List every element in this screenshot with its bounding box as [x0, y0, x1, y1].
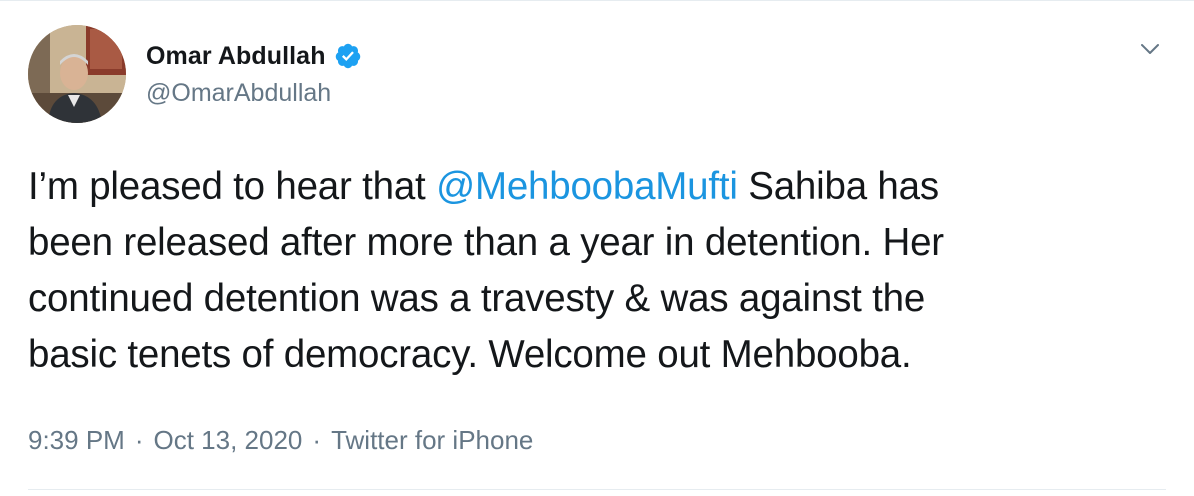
verified-badge-icon: [334, 42, 362, 70]
author-handle[interactable]: @OmarAbdullah: [146, 79, 331, 108]
mention-link[interactable]: @MehboobaMufti: [436, 165, 738, 208]
tweet-text-line: I’m pleased to hear that @MehboobaMufti …: [28, 159, 1148, 215]
tweet-source-link[interactable]: Twitter for iPhone: [331, 425, 533, 456]
chevron-down-icon[interactable]: [1138, 37, 1162, 61]
avatar[interactable]: [28, 25, 126, 123]
meta-separator: ·: [134, 425, 144, 455]
meta-separator: ·: [312, 425, 322, 455]
tweet-card: Omar Abdullah @OmarAbdullah I’m pleased …: [0, 0, 1194, 496]
tweet-text-line: continued detention was a travesty & was…: [28, 277, 926, 320]
tweet-text-segment: Sahiba has: [737, 165, 939, 208]
tweet-text: I’m pleased to hear that @MehboobaMufti …: [28, 159, 1148, 383]
tweet-text-line: been released after more than a year in …: [28, 221, 944, 264]
tweet-meta: 9:39 PM · Oct 13, 2020 · Twitter for iPh…: [28, 425, 533, 456]
avatar-image: [28, 25, 126, 123]
tweet-text-line: basic tenets of democracy. Welcome out M…: [28, 333, 912, 376]
author-name-row: Omar Abdullah: [146, 41, 362, 71]
tweet-time[interactable]: 9:39 PM: [28, 425, 125, 456]
tweet-text-segment: I’m pleased to hear that: [28, 165, 437, 208]
divider: [28, 489, 1166, 490]
tweet-date[interactable]: Oct 13, 2020: [154, 425, 303, 456]
author-display-name[interactable]: Omar Abdullah: [146, 42, 326, 71]
